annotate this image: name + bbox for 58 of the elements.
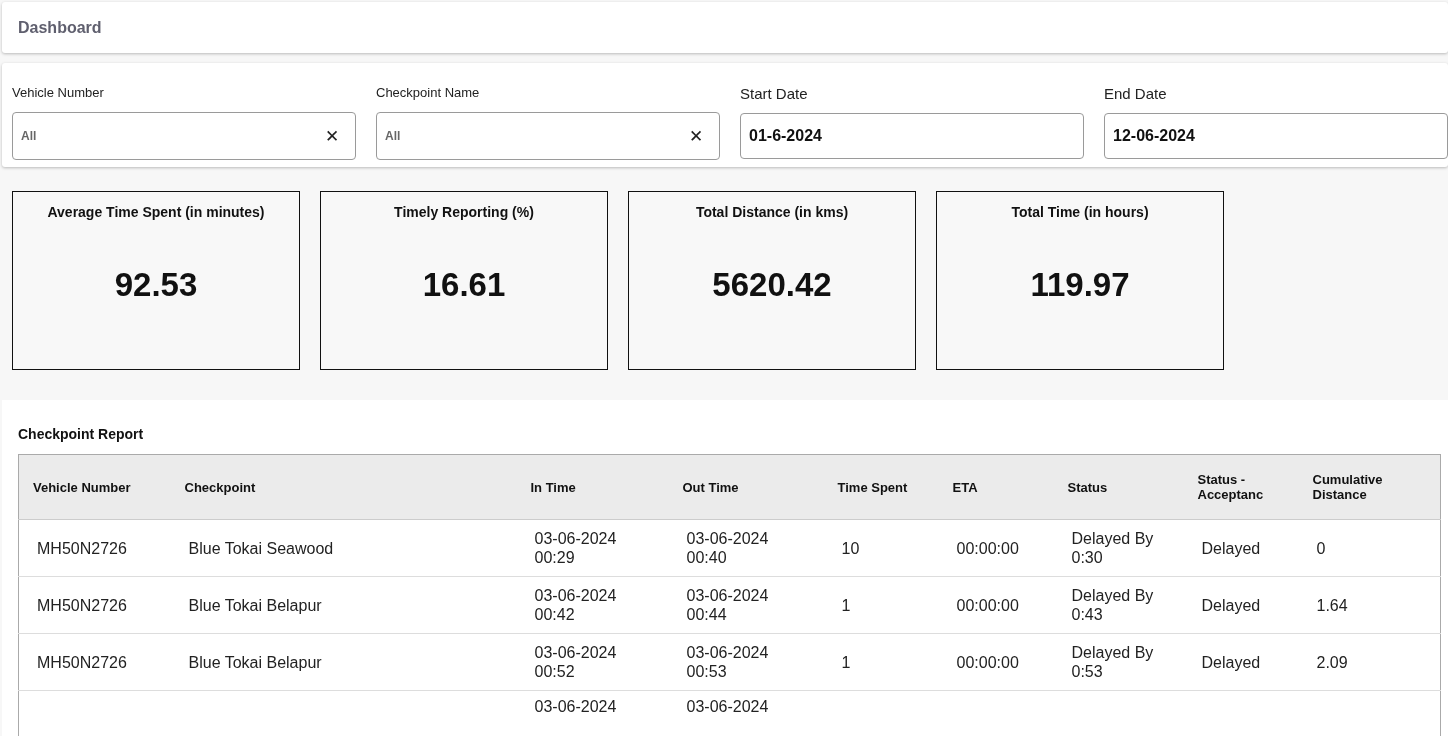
clear-button[interactable]: ✕ [689,125,703,147]
table-cell: Blue Tokai Belapur [170,576,517,634]
column-header: Time Spent [823,454,939,520]
stat-value: 16.61 [422,266,506,304]
column-header: Cumulative Distance [1298,454,1441,520]
table-cell: 00:00:00 [938,633,1054,691]
table-cell: 03-06-2024 00:40 [668,519,824,577]
table-cell: MH50N2726 [18,576,171,634]
column-header: Status - Acceptanc [1183,454,1299,520]
table-cell: 00:00:00 [938,576,1054,634]
table-cell: Blue Tokai Seawood [170,519,517,577]
table-cell: 00:00:00 [938,519,1054,577]
table-cell: Delayed By 0:53 [1053,633,1184,691]
page-title: Dashboard [18,18,102,37]
table-cell: Blue Tokai Belapur [170,633,517,691]
stat-title: Total Time (in hours) [1011,204,1149,220]
table-cell: MH50N2726 [18,633,171,691]
stat-value: 92.53 [114,266,198,304]
select-field[interactable]: All ✕ [12,112,356,161]
column-header: ETA [938,454,1054,520]
table-cell: MH50N2726 [18,519,171,577]
column-header: Out Time [668,454,824,520]
clear-button[interactable]: ✕ [325,125,339,147]
field-label: End Date [1104,85,1168,103]
field-label: Checkpoint Name [376,85,481,101]
table-cell: Delayed [1183,633,1299,691]
stat-title: Average Time Spent (in minutes) [47,204,265,220]
table-cell: Delayed By 0:43 [1053,576,1184,634]
table-cell: 03-06-2024 [668,690,824,736]
stat-title: Timely Reporting (%) [394,204,534,220]
table-cell: 10 [823,519,939,577]
table-cell: Delayed [1183,519,1299,577]
table-cell: 03-06-2024 00:53 [668,633,824,691]
column-header: Status [1053,454,1184,520]
table-cell: 0 [1298,519,1441,577]
column-header: In Time [516,454,669,520]
field-label: Vehicle Number [12,85,105,101]
stat-title: Total Distance (in kms) [695,204,849,220]
date-field[interactable]: 01-6-2024 [740,113,1084,160]
table-cell: 03-06-2024 00:42 [516,576,669,634]
stat-value: 119.97 [1030,266,1130,304]
table-cell: 1 [823,576,939,634]
table-cell: 03-06-2024 [516,690,669,736]
table-cell: 1.64 [1298,576,1441,634]
column-header: Vehicle Number [18,454,171,520]
table-cell: 03-06-2024 00:52 [516,633,669,691]
table-cell: Delayed By 0:30 [1053,519,1184,577]
table-cell: 2.09 [1298,633,1441,691]
select-field[interactable]: All ✕ [376,112,720,161]
column-header: Checkpoint [170,454,517,520]
table-cell: 03-06-2024 00:44 [668,576,824,634]
report-title: Checkpoint Report [18,426,145,442]
field-label: Start Date [740,85,809,103]
stat-value: 5620.42 [712,266,832,304]
date-field[interactable]: 12-06-2024 [1104,113,1448,160]
table-cell: 03-06-2024 00:29 [516,519,669,577]
table-cell: Delayed [1183,576,1299,634]
table-cell: 1 [823,633,939,691]
